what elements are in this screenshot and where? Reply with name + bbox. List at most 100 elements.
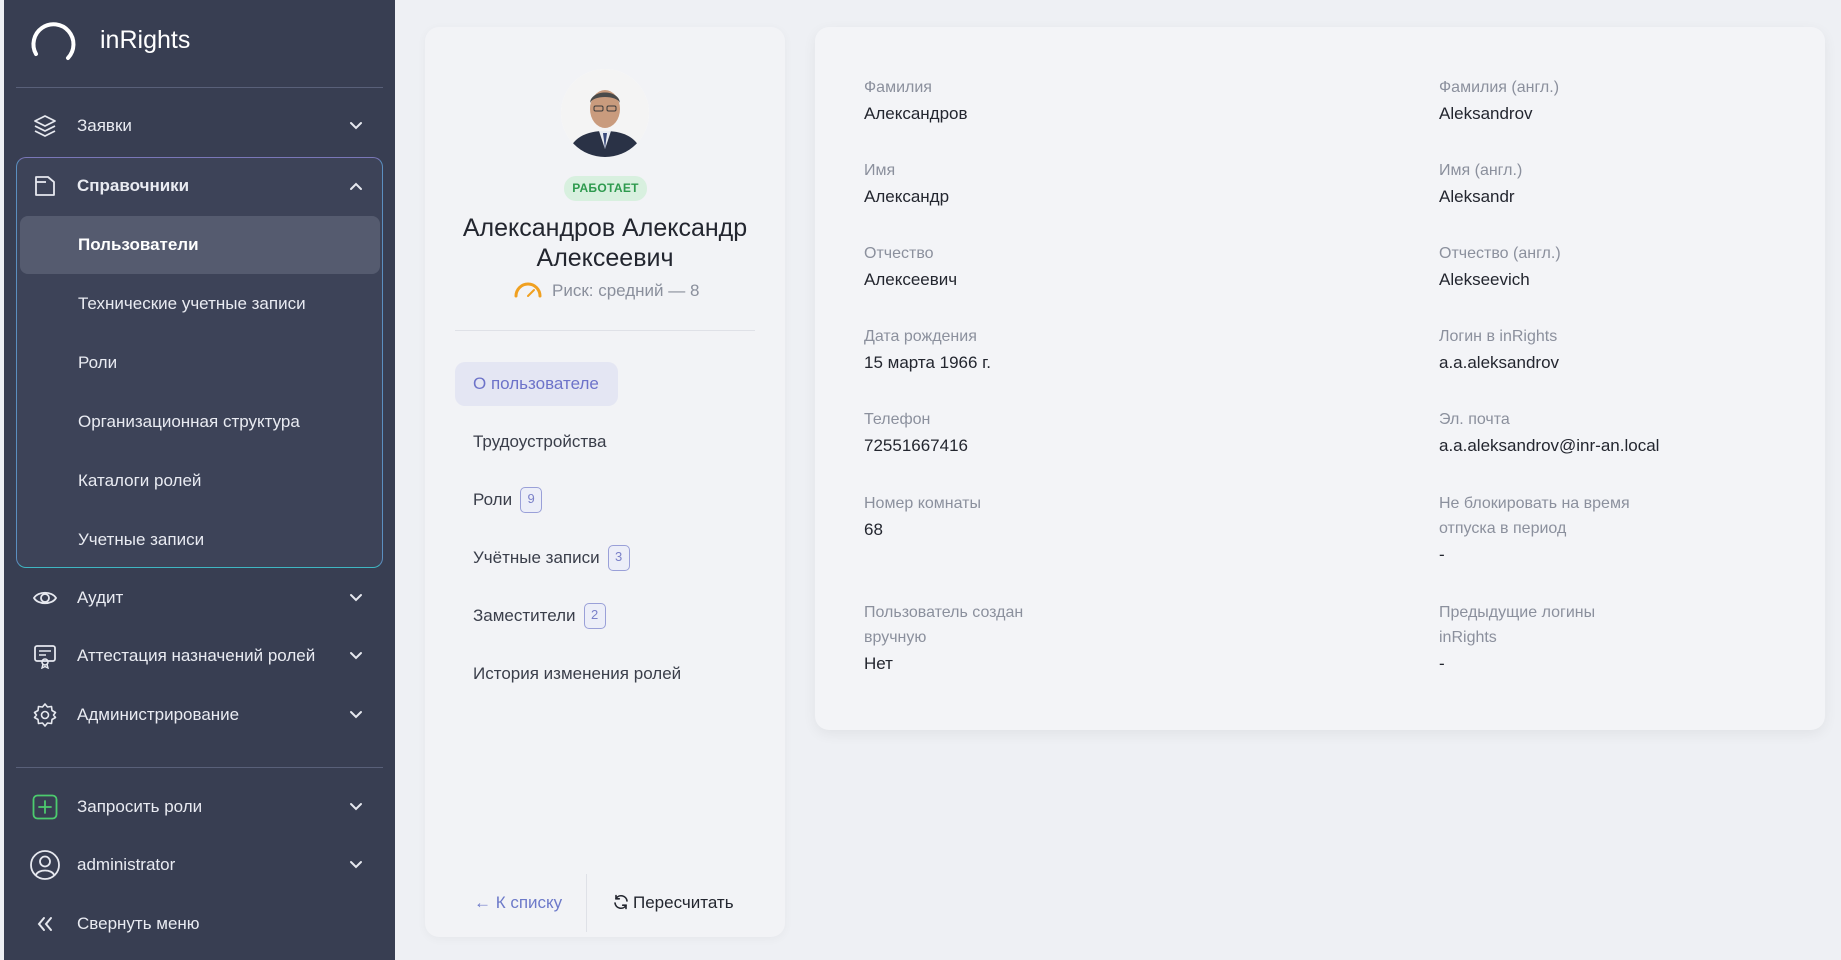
tab-label: Трудоустройства bbox=[473, 432, 607, 451]
tab-label: О пользователе bbox=[473, 374, 599, 393]
field-label: Эл. почта bbox=[1439, 411, 1510, 428]
field-last-name-en: Фамилия (англ.) Aleksandrov bbox=[1439, 75, 1759, 127]
field-room-number: Номер комнаты 68 bbox=[864, 491, 1184, 543]
risk-label: Риск: средний — 8 bbox=[552, 281, 700, 300]
user-icon bbox=[30, 850, 60, 880]
recalculate-label: Пересчитать bbox=[633, 893, 734, 912]
field-no-block-vacation: Не блокировать на время отпуска в период… bbox=[1439, 491, 1679, 568]
field-last-name: Фамилия Александров bbox=[864, 75, 1184, 127]
sidebar-item-label: Учетные записи bbox=[78, 530, 205, 549]
field-label: Телефон bbox=[864, 411, 931, 428]
field-label: Фамилия (англ.) bbox=[1439, 79, 1560, 96]
sidebar-item-role-catalogs[interactable]: Каталоги ролей bbox=[18, 452, 382, 510]
nav-requests-label: Заявки bbox=[77, 116, 132, 135]
field-value: - bbox=[1439, 654, 1445, 673]
nav-attestation[interactable]: Аттестация назначений ролей bbox=[16, 627, 383, 685]
field-value: Alekseevich bbox=[1439, 270, 1530, 289]
field-value: Александр bbox=[864, 187, 950, 206]
chevron-down-icon bbox=[350, 594, 362, 602]
nav-request-roles[interactable]: Запросить роли bbox=[16, 778, 383, 836]
chevron-down-icon bbox=[350, 803, 362, 811]
field-value: 68 bbox=[864, 520, 883, 539]
field-label: Отчество (англ.) bbox=[1439, 245, 1561, 262]
sidebar-item-technical-accounts[interactable]: Технические учетные записи bbox=[18, 275, 382, 333]
field-first-name: Имя Александр bbox=[864, 158, 1184, 210]
tab-employment[interactable]: Трудоустройства bbox=[455, 420, 606, 464]
field-birth-date: Дата рождения 15 марта 1966 г. bbox=[864, 324, 1184, 376]
field-previous-logins: Предыдущие логины inRights - bbox=[1439, 600, 1629, 677]
field-label: Предыдущие логины inRights bbox=[1439, 604, 1596, 646]
nav-administration[interactable]: Администрирование bbox=[16, 686, 383, 744]
nav-administration-label: Администрирование bbox=[77, 705, 240, 724]
field-label: Пользователь создан вручную bbox=[864, 604, 1024, 646]
sidebar-item-users[interactable]: Пользователи bbox=[20, 216, 380, 274]
field-value: Алексеевич bbox=[864, 270, 958, 289]
field-value: Aleksandr bbox=[1439, 187, 1515, 206]
logo-icon bbox=[31, 22, 76, 60]
tab-roles[interactable]: Роли 9 bbox=[455, 478, 543, 522]
field-label: Логин в inRights bbox=[1439, 328, 1558, 345]
folder-icon bbox=[35, 176, 55, 196]
tab-accounts[interactable]: Учётные записи 3 bbox=[455, 536, 630, 580]
nav-user[interactable]: administrator bbox=[16, 836, 383, 894]
count-badge: 3 bbox=[607, 545, 630, 571]
sidebar-item-accounts[interactable]: Учетные записи bbox=[18, 511, 382, 569]
profile-card: РАБОТАЕТ Александров Александр Алексееви… bbox=[425, 27, 785, 937]
tab-label: Роли bbox=[473, 490, 513, 509]
gear-icon bbox=[33, 703, 57, 727]
logo-row[interactable]: inRights bbox=[4, 0, 395, 87]
chevron-down-icon bbox=[350, 122, 362, 130]
page-title: Александров Александр Алексеевич bbox=[462, 214, 748, 272]
field-value: - bbox=[1439, 545, 1445, 564]
chevron-down-icon bbox=[350, 652, 362, 660]
chevron-down-icon bbox=[350, 711, 362, 719]
tab-label: Учётные записи bbox=[473, 548, 600, 567]
tab-label: История изменения ролей bbox=[473, 664, 682, 683]
sidebar-item-roles[interactable]: Роли bbox=[18, 334, 382, 392]
eye-icon bbox=[32, 591, 58, 605]
sidebar-item-label: Каталоги ролей bbox=[78, 471, 202, 490]
field-label: Номер комнаты bbox=[864, 495, 981, 512]
field-label: Имя (англ.) bbox=[1439, 162, 1523, 179]
tab-role-history[interactable]: История изменения ролей bbox=[455, 652, 681, 696]
plus-icon bbox=[32, 794, 58, 820]
sidebar-divider bbox=[16, 767, 383, 768]
sidebar-item-label: Организационная структура bbox=[78, 412, 300, 431]
field-label: Не блокировать на время отпуска в период bbox=[1439, 495, 1630, 537]
app-title: inRights bbox=[100, 26, 191, 54]
nav-directories-label: Справочники bbox=[77, 176, 190, 195]
nav-directories[interactable]: Справочники bbox=[16, 157, 383, 215]
back-to-list-link[interactable]: ← К списку bbox=[474, 893, 562, 913]
double-chevron-left-icon bbox=[37, 917, 52, 931]
sidebar-item-org-structure[interactable]: Организационная структура bbox=[18, 393, 382, 451]
field-value: Нет bbox=[864, 654, 893, 673]
sidebar: inRights Заявки Справочники Пользователи… bbox=[4, 0, 395, 960]
field-patronymic: Отчество Алексеевич bbox=[864, 241, 1184, 293]
collapse-menu-label: Свернуть меню bbox=[77, 914, 200, 933]
button-separator bbox=[586, 874, 587, 932]
field-value: a.a.aleksandrov bbox=[1439, 353, 1560, 372]
user-details-card: Фамилия Александров Имя Александр Отчест… bbox=[815, 27, 1825, 730]
collapse-menu-button[interactable]: Свернуть меню bbox=[16, 895, 383, 953]
count-badge: 2 bbox=[583, 603, 606, 629]
field-value: 72551667416 bbox=[864, 436, 969, 455]
nav-audit[interactable]: Аудит bbox=[16, 569, 383, 627]
field-patronymic-en: Отчество (англ.) Alekseevich bbox=[1439, 241, 1759, 293]
field-label: Имя bbox=[864, 162, 896, 179]
nav-user-label: administrator bbox=[77, 855, 176, 874]
tab-about[interactable]: О пользователе bbox=[455, 362, 618, 406]
nav-request-roles-label: Запросить роли bbox=[77, 797, 203, 816]
tab-deputies[interactable]: Заместители 2 bbox=[455, 594, 606, 638]
field-label: Дата рождения bbox=[864, 328, 977, 345]
sidebar-divider bbox=[16, 87, 383, 88]
field-value: 15 марта 1966 г. bbox=[864, 353, 992, 372]
nav-audit-label: Аудит bbox=[77, 588, 124, 607]
nav-attestation-label: Аттестация назначений ролей bbox=[77, 646, 316, 665]
field-label: Отчество bbox=[864, 245, 934, 262]
recalculate-button[interactable]: Пересчитать bbox=[612, 893, 734, 913]
card-divider bbox=[455, 330, 755, 331]
risk-gauge-icon bbox=[514, 282, 542, 298]
sidebar-item-label: Технические учетные записи bbox=[78, 294, 306, 313]
nav-requests[interactable]: Заявки bbox=[16, 97, 383, 155]
field-value: Александров bbox=[864, 104, 968, 123]
